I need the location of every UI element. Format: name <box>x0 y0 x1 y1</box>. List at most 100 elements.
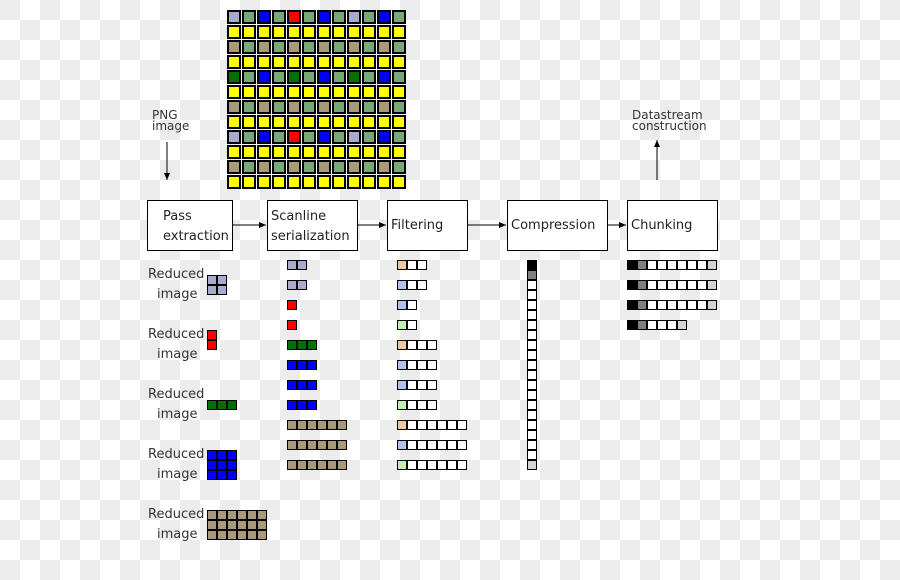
chunk-byte <box>707 300 717 310</box>
chunk-byte <box>667 260 677 270</box>
step-label: Compression <box>511 218 596 233</box>
scanline-pixel <box>297 420 307 430</box>
image-label: image <box>157 407 198 422</box>
scanline-pixel <box>317 420 327 430</box>
scanline-pixel <box>297 260 307 270</box>
reduced-pixel <box>257 510 267 520</box>
scanline-pixel <box>287 440 297 450</box>
reduced-pixel <box>217 460 227 470</box>
reduced-pixel <box>227 510 237 520</box>
compressed-byte <box>527 280 537 290</box>
compressed-byte <box>527 400 537 410</box>
image-label: image <box>157 467 198 482</box>
scanline-pixel <box>287 340 297 350</box>
scanline-pixel <box>327 420 337 430</box>
reduced-pixel <box>207 530 217 540</box>
scanline-pixel <box>317 460 327 470</box>
chunk-byte <box>647 260 657 270</box>
chunk-byte <box>707 260 717 270</box>
compressed-byte <box>527 290 537 300</box>
filtered-byte <box>417 280 427 290</box>
chunk-byte <box>687 280 697 290</box>
scanline-pixel <box>297 360 307 370</box>
chunk-byte <box>627 300 637 310</box>
filter-type-byte <box>397 320 407 330</box>
reduced-label: Reduced <box>148 387 205 402</box>
scanline-pixel <box>307 340 317 350</box>
reduced-pixel <box>247 530 257 540</box>
filtered-byte <box>457 460 467 470</box>
compressed-byte <box>527 390 537 400</box>
reduced-label: Reduced <box>148 327 205 342</box>
filter-type-byte <box>397 280 407 290</box>
reduced-pixel <box>207 520 217 530</box>
chunk-byte <box>697 300 707 310</box>
reduced-pixel <box>227 460 237 470</box>
filtered-byte <box>457 420 467 430</box>
scanline-pixel <box>307 420 317 430</box>
chunk-byte <box>707 280 717 290</box>
compressed-byte <box>527 340 537 350</box>
compressed-byte <box>527 410 537 420</box>
reduced-pixel <box>217 470 227 480</box>
compressed-byte <box>527 460 537 470</box>
scanline-pixel <box>297 440 307 450</box>
chunk-byte <box>637 280 647 290</box>
chunk-byte <box>657 260 667 270</box>
scanline-pixel <box>287 380 297 390</box>
filter-type-byte <box>397 460 407 470</box>
filtered-byte <box>407 260 417 270</box>
filtered-byte <box>417 420 427 430</box>
filtered-byte <box>427 360 437 370</box>
chunk-byte <box>677 260 687 270</box>
scanline-pixel <box>287 420 297 430</box>
chunk-byte <box>657 280 667 290</box>
image-label: image <box>157 347 198 362</box>
scanline-pixel <box>337 440 347 450</box>
scanline-pixel <box>297 380 307 390</box>
reduced-pixel <box>227 470 237 480</box>
compressed-byte <box>527 350 537 360</box>
filtered-byte <box>427 380 437 390</box>
step-label: Scanline serialization <box>271 209 350 244</box>
step-label: Chunking <box>631 218 693 233</box>
scanline-pixel <box>287 280 297 290</box>
reduced-pixel <box>237 520 247 530</box>
chunk-byte <box>677 320 687 330</box>
scanline-pixel <box>297 280 307 290</box>
reduced-pixel <box>207 340 217 350</box>
filtered-byte <box>437 440 447 450</box>
chunk-byte <box>697 260 707 270</box>
compressed-byte <box>527 420 537 430</box>
reduced-pixel <box>207 400 217 410</box>
arrows <box>164 140 660 228</box>
reduced-pixel <box>227 400 237 410</box>
compressed-byte <box>527 260 537 270</box>
filtered-byte <box>427 460 437 470</box>
image-label: image <box>157 527 198 542</box>
reduced-pixel <box>247 520 257 530</box>
chunk-byte <box>627 260 637 270</box>
filtered-byte <box>417 260 427 270</box>
reduced-pixel <box>257 530 267 540</box>
filtered-byte <box>407 420 417 430</box>
filter-type-byte <box>397 360 407 370</box>
chunk-byte <box>667 320 677 330</box>
reduced-pixel <box>217 520 227 530</box>
reduced-pixel <box>237 510 247 520</box>
chunking-box: Chunking <box>627 200 718 251</box>
filtered-byte <box>407 300 417 310</box>
compression-box: Compression <box>507 200 608 251</box>
compressed-byte <box>527 370 537 380</box>
chunk-byte <box>637 300 647 310</box>
reduced-pixel <box>217 510 227 520</box>
chunk-byte <box>627 320 637 330</box>
chunk-byte <box>657 320 667 330</box>
reduced-label: Reduced <box>148 447 205 462</box>
reduced-pixel <box>207 330 217 340</box>
reduced-pixel <box>237 530 247 540</box>
reduced-pixel <box>217 285 227 295</box>
scanline-pixel <box>297 460 307 470</box>
filter-type-byte <box>397 260 407 270</box>
reduced-label: Reduced <box>148 507 205 522</box>
